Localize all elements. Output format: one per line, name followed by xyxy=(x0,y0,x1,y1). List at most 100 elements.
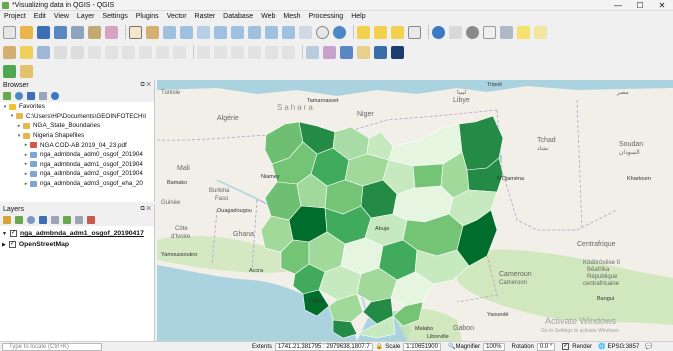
add-postgis-icon[interactable] xyxy=(340,45,353,59)
print-layout-icon[interactable] xyxy=(71,25,84,39)
add-feature-icon[interactable] xyxy=(54,45,67,59)
messages-icon[interactable]: 💬 xyxy=(645,343,652,350)
chevron-right-icon[interactable]: ▸ xyxy=(23,181,29,187)
menu-raster[interactable]: Raster xyxy=(191,13,220,20)
identify-icon[interactable] xyxy=(432,25,445,39)
menu-project[interactable]: Project xyxy=(0,13,30,20)
menu-web[interactable]: Web xyxy=(257,13,279,20)
map-tips-icon[interactable] xyxy=(517,25,530,39)
chevron-right-icon[interactable]: ▸ xyxy=(23,161,29,167)
zoom-full-icon[interactable] xyxy=(214,25,227,39)
quickmap-services-icon[interactable] xyxy=(3,64,16,78)
expand-arrow-icon[interactable]: ▶ xyxy=(2,242,6,248)
menu-help[interactable]: Help xyxy=(347,13,369,20)
layer-row-openstreetmap[interactable]: ▶ ✓ OpenStreetMap xyxy=(0,239,154,250)
crs-globe-icon[interactable]: 🌐 xyxy=(598,343,605,350)
current-edits-icon[interactable] xyxy=(3,45,16,59)
remove-layer-icon[interactable] xyxy=(87,216,95,224)
menu-view[interactable]: View xyxy=(50,13,73,20)
new-shapefile-icon[interactable] xyxy=(357,45,370,59)
chevron-right-icon[interactable]: ▸ xyxy=(23,142,29,148)
menu-vector[interactable]: Vector xyxy=(163,13,191,20)
open-layer-styling-icon[interactable] xyxy=(3,216,11,224)
filter-icon[interactable] xyxy=(27,92,35,100)
copy-features-icon[interactable] xyxy=(122,45,135,59)
layer-visibility-checkbox[interactable]: ✓ xyxy=(9,230,17,237)
cut-features-icon[interactable] xyxy=(105,45,118,59)
maximize-button[interactable]: ☐ xyxy=(629,0,651,11)
virtual-layer-icon[interactable] xyxy=(391,45,404,59)
redo-icon[interactable] xyxy=(173,45,186,59)
menu-plugins[interactable]: Plugins xyxy=(132,13,163,20)
browser-tree-item[interactable]: ▸ nga_admbnda_adm3_osgof_eha_20 xyxy=(0,179,154,189)
delete-selected-icon[interactable] xyxy=(88,45,101,59)
layer-name[interactable]: OpenStreetMap xyxy=(19,241,69,248)
show-labels-icon[interactable] xyxy=(231,45,244,59)
field-calculator-icon[interactable] xyxy=(449,25,462,39)
chevron-right-icon[interactable]: ▸ xyxy=(23,152,29,158)
layer-row-adm1[interactable]: ▼ ✓ nga_admbnda_adm1_osgof_20190417 xyxy=(0,228,154,239)
browser-tree-item[interactable]: ▾ Nigeria Shapefiles xyxy=(0,131,154,141)
filter-expression-icon[interactable] xyxy=(51,216,59,224)
open-project-icon[interactable] xyxy=(20,25,33,39)
locator-search-input[interactable]: Type to locate (Ctrl+K) xyxy=(2,342,102,351)
add-group-icon[interactable] xyxy=(15,216,23,224)
menu-database[interactable]: Database xyxy=(219,13,257,20)
info-icon[interactable] xyxy=(51,92,59,100)
plugin-wand-icon[interactable] xyxy=(20,64,33,78)
select-features-icon[interactable] xyxy=(357,25,370,39)
pan-to-selection-icon[interactable] xyxy=(146,25,159,39)
rotation-field[interactable]: 0.0 ° xyxy=(536,342,556,351)
filter-legend-icon[interactable] xyxy=(39,216,47,224)
collapse-all-icon[interactable] xyxy=(39,92,47,100)
browser-tree-item[interactable]: ▾ C:\Users\HP\Documents\GEOINFOTECH\I xyxy=(0,112,154,122)
add-vector-layer-icon[interactable] xyxy=(306,45,319,59)
magnifier-field[interactable]: 100% xyxy=(483,342,505,351)
panel-float-close-icon[interactable]: ⧉ ✕ xyxy=(140,206,151,213)
add-selected-layers-icon[interactable] xyxy=(3,92,11,100)
layer-visibility-checkbox[interactable]: ✓ xyxy=(8,241,16,248)
panel-float-close-icon[interactable]: ⧉ ✕ xyxy=(140,82,151,89)
undo-icon[interactable] xyxy=(156,45,169,59)
python-console-icon[interactable] xyxy=(374,45,387,59)
menu-edit[interactable]: Edit xyxy=(30,13,50,20)
browser-tree-item[interactable]: ▸ nga_admbnda_adm1_osgof_201904 xyxy=(0,160,154,170)
label-tool-icon[interactable] xyxy=(197,45,210,59)
map-canvas[interactable]: Tunisie Algérie ليبيا Libye مصر Mali Nig… xyxy=(157,80,673,341)
rotate-label-icon[interactable] xyxy=(265,45,278,59)
save-project-icon[interactable] xyxy=(37,25,50,39)
scale-lock-icon[interactable]: 🔒 xyxy=(376,343,383,350)
expand-arrow-icon[interactable]: ▼ xyxy=(2,231,7,237)
annotation-icon[interactable] xyxy=(534,25,547,39)
chevron-right-icon[interactable]: ▸ xyxy=(16,123,22,129)
select-by-value-icon[interactable] xyxy=(374,25,387,39)
browser-tree-item[interactable]: ▾ Favorites xyxy=(0,102,154,112)
move-label-icon[interactable] xyxy=(248,45,261,59)
attribute-table-icon[interactable] xyxy=(408,25,421,39)
new-project-icon[interactable] xyxy=(3,25,16,39)
menu-layer[interactable]: Layer xyxy=(73,13,99,20)
zoom-last-icon[interactable] xyxy=(265,25,278,39)
measure-icon[interactable] xyxy=(500,25,513,39)
crs-label[interactable]: EPSG:3857 xyxy=(607,344,639,350)
layout-manager-icon[interactable] xyxy=(88,25,101,39)
zoom-layer-icon[interactable] xyxy=(248,25,261,39)
scale-field[interactable]: 1:10651900 xyxy=(403,342,441,351)
zoom-out-icon[interactable] xyxy=(180,25,193,39)
temporal-controller-icon[interactable] xyxy=(316,25,329,39)
render-checkbox[interactable]: ✓ xyxy=(562,343,570,350)
close-button[interactable]: ✕ xyxy=(651,0,673,11)
browser-tree-item[interactable]: ▸ NGA COD-AB 2019_04_23.pdf xyxy=(0,140,154,150)
save-as-icon[interactable] xyxy=(54,25,67,39)
style-manager-icon[interactable] xyxy=(105,25,118,39)
save-edits-icon[interactable] xyxy=(37,45,50,59)
browser-tree-item[interactable]: ▸ nga_admbnda_adm0_osgof_201904 xyxy=(0,150,154,160)
pin-labels-icon[interactable] xyxy=(214,45,227,59)
manage-themes-icon[interactable] xyxy=(27,216,35,224)
deselect-icon[interactable] xyxy=(391,25,404,39)
vertex-tool-icon[interactable] xyxy=(71,45,84,59)
collapse-all-icon[interactable] xyxy=(75,216,83,224)
zoom-next-icon[interactable] xyxy=(282,25,295,39)
expand-all-icon[interactable] xyxy=(63,216,71,224)
menu-mesh[interactable]: Mesh xyxy=(279,13,304,20)
